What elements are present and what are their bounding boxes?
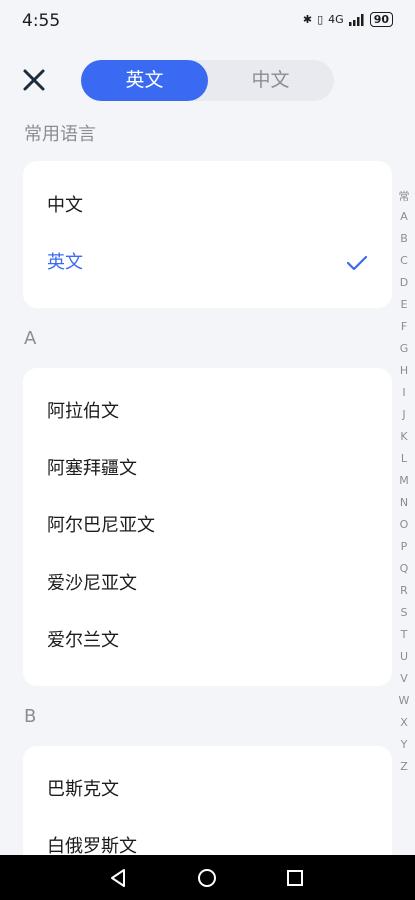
index-item[interactable]: X (393, 716, 415, 729)
index-item[interactable]: L (393, 452, 415, 465)
section-header-a: A (24, 328, 37, 349)
status-icons: ✱ ▯ 4G 90 (303, 12, 393, 27)
section-header-b: B (24, 706, 37, 727)
vibrate-icon: ▯ (317, 13, 324, 26)
index-item[interactable]: V (393, 672, 415, 685)
index-item[interactable]: J (393, 408, 415, 421)
index-item[interactable]: C (393, 254, 415, 267)
card-section-a: 阿拉伯文 阿塞拜疆文 阿尔巴尼亚文 爱沙尼亚文 爱尔兰文 (23, 368, 392, 686)
tab-chinese[interactable]: 中文 (207, 60, 334, 101)
index-item[interactable]: N (393, 496, 415, 509)
checkmark-icon (346, 255, 368, 271)
index-item[interactable]: S (393, 606, 415, 619)
back-button[interactable] (108, 867, 130, 889)
list-item[interactable]: 爱沙尼亚文 (47, 564, 372, 604)
language-toggle: 英文 中文 (81, 60, 334, 101)
network-type: 4G (328, 13, 344, 26)
index-item[interactable]: K (393, 430, 415, 443)
list-item-label: 英文 (47, 252, 83, 273)
list-item-selected[interactable]: 英文 (47, 243, 372, 283)
list-item[interactable]: 阿尔巴尼亚文 (47, 506, 372, 546)
index-item[interactable]: Z (393, 760, 415, 773)
index-item[interactable]: P (393, 540, 415, 553)
index-item[interactable]: W (393, 694, 415, 707)
signal-icon (348, 13, 364, 26)
index-item[interactable]: D (393, 276, 415, 289)
status-time: 4:55 (22, 11, 61, 31)
index-item[interactable]: A (393, 210, 415, 223)
index-item[interactable]: E (393, 298, 415, 311)
list-item-label: 白俄罗斯文 (47, 836, 137, 857)
close-button[interactable] (20, 66, 48, 94)
index-item[interactable]: Y (393, 738, 415, 751)
list-item[interactable]: 中文 (47, 186, 372, 226)
status-bar: 4:55 ✱ ▯ 4G 90 (0, 0, 415, 40)
recents-icon (287, 870, 303, 886)
list-item[interactable]: 阿塞拜疆文 (47, 449, 372, 489)
index-item[interactable]: B (393, 232, 415, 245)
list-item-label: 阿尔巴尼亚文 (47, 515, 155, 536)
index-item[interactable]: I (393, 386, 415, 399)
bluetooth-icon: ✱ (302, 13, 313, 26)
home-button[interactable] (196, 867, 218, 889)
index-item[interactable]: U (393, 650, 415, 663)
list-item-label: 巴斯克文 (47, 779, 119, 800)
home-icon (198, 869, 216, 887)
index-item[interactable]: Q (393, 562, 415, 575)
back-icon (111, 869, 125, 887)
recents-button[interactable] (284, 867, 306, 889)
list-item-label: 阿拉伯文 (47, 401, 119, 422)
tab-english[interactable]: 英文 (81, 60, 208, 101)
list-item[interactable]: 阿拉伯文 (47, 392, 372, 432)
battery-indicator: 90 (369, 12, 393, 27)
list-item[interactable]: 爱尔兰文 (47, 621, 372, 661)
index-item[interactable]: G (393, 342, 415, 355)
list-item-label: 爱沙尼亚文 (47, 573, 137, 594)
index-item[interactable]: M (393, 474, 415, 487)
index-item[interactable]: O (393, 518, 415, 531)
close-icon (23, 69, 45, 91)
system-nav-bar (0, 855, 415, 900)
index-item[interactable]: H (393, 364, 415, 377)
list-item-label: 阿塞拜疆文 (47, 458, 137, 479)
list-item[interactable]: 巴斯克文 (47, 770, 372, 810)
card-common-languages: 中文 英文 (23, 161, 392, 308)
index-item[interactable]: T (393, 628, 415, 641)
index-item[interactable]: F (393, 320, 415, 333)
list-item-label: 爱尔兰文 (47, 630, 119, 651)
list-item-label: 中文 (47, 195, 83, 216)
index-item[interactable]: 常 (393, 188, 415, 204)
index-item[interactable]: R (393, 584, 415, 597)
section-header-common: 常用语言 (24, 124, 96, 145)
